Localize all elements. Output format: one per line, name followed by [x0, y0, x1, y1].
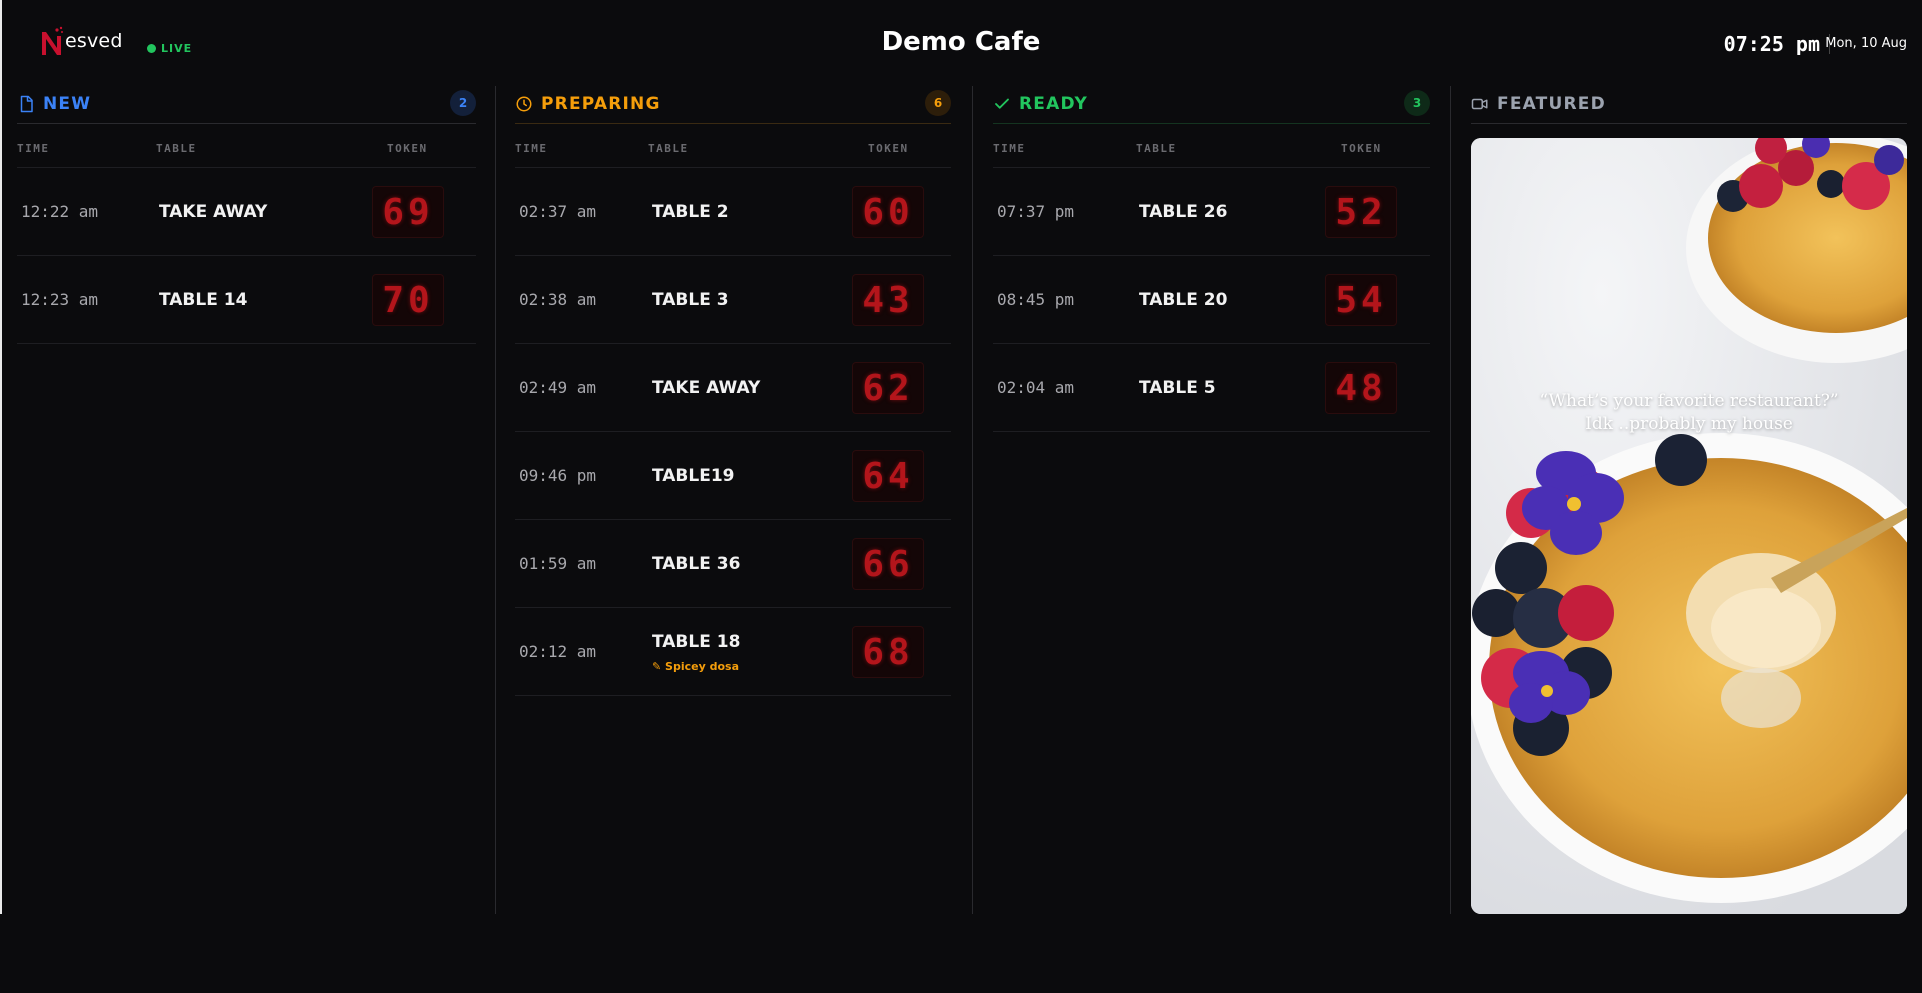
order-row[interactable]: 02:37 am TABLE 2 60 — [515, 168, 951, 256]
token-display: 43 — [852, 274, 924, 326]
order-list-preparing: 02:37 am TABLE 2 60 02:38 am TABLE 3 43 02:49 … — [515, 168, 951, 696]
order-table: TABLE 14 — [159, 290, 248, 310]
order-time: 02:38 am — [519, 290, 597, 309]
footer-area — [0, 914, 1922, 993]
column-title-preparing: PREPARING — [541, 93, 661, 114]
token-display: 66 — [852, 538, 924, 590]
column-title-new: NEW — [43, 93, 92, 114]
order-time: 08:45 pm — [997, 290, 1075, 309]
order-note: ✎ Spicey dosa — [652, 660, 739, 673]
token-display: 60 — [852, 186, 924, 238]
header-time: TIME — [515, 142, 548, 155]
column-header-preparing: PREPARING 6 — [515, 84, 951, 124]
order-table: TABLE 26 — [1139, 202, 1228, 222]
count-badge-ready: 3 — [1404, 90, 1430, 116]
table-header: TIME TABLE TOKEN — [515, 134, 951, 168]
header-time: TIME — [17, 142, 50, 155]
order-table: TABLE19 — [652, 466, 735, 486]
column-divider — [495, 86, 496, 914]
header-token: TOKEN — [1341, 142, 1382, 155]
order-table: TABLE 2 — [652, 202, 729, 222]
window-left-edge — [0, 0, 2, 993]
check-icon — [993, 95, 1011, 113]
column-new: NEW 2 TIME TABLE TOKEN 12:22 am TAKE AWAY… — [17, 84, 476, 914]
order-table: TAKE AWAY — [652, 378, 761, 398]
order-row[interactable]: 01:59 am TABLE 36 66 — [515, 520, 951, 608]
count-badge-new: 2 — [450, 90, 476, 116]
header-table: TABLE — [156, 142, 197, 155]
clock: 07:25 pm — [1723, 32, 1820, 56]
header-time: TIME — [993, 142, 1026, 155]
order-list-ready: 07:37 pm TABLE 26 52 08:45 pm TABLE 20 54 02:0… — [993, 168, 1430, 432]
table-header: TIME TABLE TOKEN — [17, 134, 476, 168]
column-title-ready: READY — [1019, 93, 1089, 114]
order-time: 01:59 am — [519, 554, 597, 573]
order-row[interactable]: 02:04 am TABLE 5 48 — [993, 344, 1430, 432]
order-time: 12:23 am — [21, 290, 99, 309]
order-time: 09:46 pm — [519, 466, 597, 485]
order-time: 02:37 am — [519, 202, 597, 221]
order-list-new: 12:22 am TAKE AWAY 69 12:23 am TABLE 14 70 — [17, 168, 476, 344]
column-header-featured: FEATURED — [1471, 84, 1907, 124]
column-header-new: NEW 2 — [17, 84, 476, 124]
order-time: 02:12 am — [519, 642, 597, 661]
order-table: TABLE 18 — [652, 632, 741, 652]
order-row[interactable]: 08:45 pm TABLE 20 54 — [993, 256, 1430, 344]
count-badge-preparing: 6 — [925, 90, 951, 116]
header-token: TOKEN — [868, 142, 909, 155]
column-preparing: PREPARING 6 TIME TABLE TOKEN 02:37 am TAB… — [515, 84, 951, 914]
order-row[interactable]: 02:12 am TABLE 18 ✎ Spicey dosa 68 — [515, 608, 951, 696]
column-divider — [972, 86, 973, 914]
header: esved LIVE Demo Cafe 07:25 pm Mon, 10 Au… — [0, 0, 1922, 84]
order-table: TABLE 36 — [652, 554, 741, 574]
token-display: 54 — [1325, 274, 1397, 326]
header-table: TABLE — [648, 142, 689, 155]
order-row[interactable]: 12:22 am TAKE AWAY 69 — [17, 168, 476, 256]
column-ready: READY 3 TIME TABLE TOKEN 07:37 pm TABLE 2… — [993, 84, 1430, 914]
caption-line-1: “What’s your favorite restaurant?” — [1539, 391, 1839, 411]
clock-icon — [515, 95, 533, 113]
page-title: Demo Cafe — [881, 27, 1041, 57]
order-row[interactable]: 02:49 am TAKE AWAY 62 — [515, 344, 951, 432]
order-row[interactable]: 02:38 am TABLE 3 43 — [515, 256, 951, 344]
order-table: TABLE 3 — [652, 290, 729, 310]
column-title-featured: FEATURED — [1497, 93, 1606, 114]
token-display: 48 — [1325, 362, 1397, 414]
token-display: 70 — [372, 274, 444, 326]
token-display: 64 — [852, 450, 924, 502]
featured-media[interactable]: “What’s your favorite restaurant?” Idk .… — [1471, 138, 1907, 914]
order-time: 02:04 am — [997, 378, 1075, 397]
order-time: 07:37 pm — [997, 202, 1075, 221]
column-divider — [1450, 86, 1451, 914]
order-time: 12:22 am — [21, 202, 99, 221]
date: Mon, 10 Aug — [1825, 36, 1907, 51]
order-table: TAKE AWAY — [159, 202, 268, 222]
order-row[interactable]: 07:37 pm TABLE 26 52 — [993, 168, 1430, 256]
token-display: 69 — [372, 186, 444, 238]
order-table: TABLE 5 — [1139, 378, 1216, 398]
order-table: TABLE 20 — [1139, 290, 1228, 310]
token-display: 62 — [852, 362, 924, 414]
token-display: 52 — [1325, 186, 1397, 238]
featured-caption: “What’s your favorite restaurant?” Idk .… — [1471, 390, 1907, 436]
order-row[interactable]: 09:46 pm TABLE19 64 — [515, 432, 951, 520]
creme-brulee-image — [1471, 138, 1907, 914]
table-header: TIME TABLE TOKEN — [993, 134, 1430, 168]
column-header-ready: READY 3 — [993, 84, 1430, 124]
caption-line-2: Idk ..probably my house — [1585, 414, 1793, 434]
header-token: TOKEN — [387, 142, 428, 155]
video-camera-icon — [1471, 95, 1489, 113]
document-icon — [17, 95, 35, 113]
token-display: 68 — [852, 626, 924, 678]
header-table: TABLE — [1136, 142, 1177, 155]
order-row[interactable]: 12:23 am TABLE 14 70 — [17, 256, 476, 344]
order-time: 02:49 am — [519, 378, 597, 397]
